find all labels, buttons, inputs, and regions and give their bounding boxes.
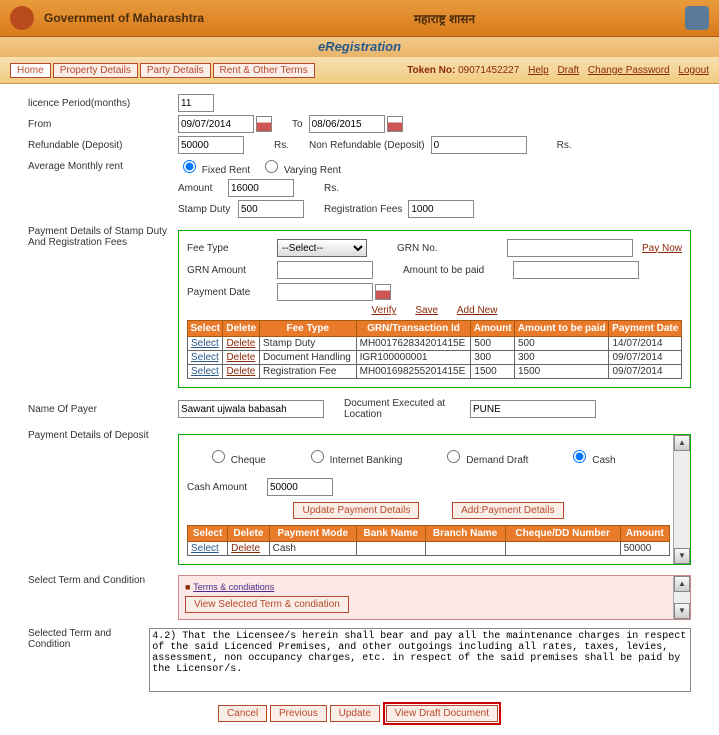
deposit-table: SelectDeletePayment Mode Bank NameBranch… (187, 525, 670, 556)
deposit-label: Payment Details of Deposit (28, 430, 178, 441)
refdep-label: Refundable (Deposit) (28, 140, 178, 151)
state-emblem-icon (10, 6, 34, 30)
link-draft[interactable]: Draft (557, 65, 579, 76)
scrollbar[interactable]: ▲ ▼ (673, 435, 690, 564)
licence-period-input[interactable] (178, 94, 214, 112)
link-logout[interactable]: Logout (678, 65, 709, 76)
view-draft-button[interactable]: View Draft Document (386, 705, 498, 722)
amount-label: Amount (178, 183, 228, 194)
dd-radio[interactable]: Demand Draft (442, 447, 528, 466)
fee-table: SelectDeleteFee Type GRN/Transaction IdA… (187, 320, 682, 379)
nonref-input[interactable] (431, 136, 527, 154)
tab-party[interactable]: Party Details (140, 63, 211, 78)
rs-label: Rs. (557, 140, 572, 151)
scroll-down-icon[interactable]: ▼ (674, 603, 690, 619)
table-row: SelectDeleteRegistration FeeMH0016982552… (188, 365, 682, 379)
selected-term-textarea[interactable]: 4.2) That the Licensee/s herein shall be… (149, 628, 691, 692)
regfee-input[interactable] (408, 200, 474, 218)
update-button[interactable]: Update (330, 705, 380, 722)
token-label: Token No: (407, 65, 455, 76)
avg-rent-label: Average Monthly rent (28, 161, 178, 172)
grnamt-input[interactable] (277, 261, 373, 279)
cancel-button[interactable]: Cancel (218, 705, 267, 722)
cashamt-input[interactable] (267, 478, 333, 496)
nonref-label: Non Refundable (Deposit) (309, 140, 425, 151)
selcond-label: Selected Term and Condition (28, 628, 149, 650)
update-payment-button[interactable]: Update Payment Details (293, 502, 419, 519)
amount-input[interactable] (228, 179, 294, 197)
docloc-label: Document Executed at Location (344, 398, 464, 420)
delete-link[interactable]: Delete (231, 543, 260, 554)
app-title: eRegistration (0, 37, 719, 57)
tab-property[interactable]: Property Details (53, 63, 138, 78)
grnamt-label: GRN Amount (187, 265, 277, 276)
from-date-input[interactable] (178, 115, 254, 133)
verify-link[interactable]: Verify (372, 305, 397, 316)
link-help[interactable]: Help (528, 65, 549, 76)
link-changepw[interactable]: Change Password (588, 65, 670, 76)
select-link[interactable]: Select (191, 366, 219, 377)
selterm-label: Select Term and Condition (28, 575, 178, 586)
cashamt-label: Cash Amount (187, 482, 267, 493)
gov-title: Government of Maharashtra (44, 11, 204, 25)
bullet-icon: ■ (185, 582, 190, 592)
previous-button[interactable]: Previous (270, 705, 327, 722)
amtpaid-label: Amount to be paid (403, 265, 513, 276)
table-row: SelectDeleteStamp DutyMH001762834201415E… (188, 337, 682, 351)
table-row: SelectDeleteDocument HandlingIGR10000000… (188, 351, 682, 365)
add-payment-button[interactable]: Add:Payment Details (452, 502, 563, 519)
table-row: SelectDeleteCash50000 (188, 542, 670, 556)
regfee-label: Registration Fees (324, 204, 402, 215)
to-date-input[interactable] (309, 115, 385, 133)
rs-label: Rs. (274, 140, 289, 151)
save-link[interactable]: Save (415, 305, 438, 316)
to-label: To (292, 119, 303, 130)
tab-home[interactable]: Home (10, 63, 51, 78)
docloc-input[interactable] (470, 400, 596, 418)
rs-label: Rs. (324, 183, 339, 194)
feetype-label: Fee Type (187, 243, 277, 254)
gov-marathi: महाराष्ट्र शासन (414, 10, 475, 27)
calendar-icon[interactable] (375, 284, 391, 300)
paynow-link[interactable]: Pay Now (642, 243, 682, 254)
tab-rent[interactable]: Rent & Other Terms (213, 63, 315, 78)
select-link[interactable]: Select (191, 352, 219, 363)
grnno-label: GRN No. (397, 243, 507, 254)
paydetails-label: Payment Details of Stamp Duty And Regist… (28, 226, 178, 248)
from-label: From (28, 119, 178, 130)
amtpaid-input[interactable] (513, 261, 639, 279)
cash-radio[interactable]: Cash (568, 447, 615, 466)
paydate-input[interactable] (277, 283, 373, 301)
delete-link[interactable]: Delete (226, 352, 255, 363)
payer-label: Name Of Payer (28, 404, 178, 415)
delete-link[interactable]: Delete (226, 338, 255, 349)
stampduty-input[interactable] (238, 200, 304, 218)
cheque-radio[interactable]: Cheque (207, 447, 266, 466)
delete-link[interactable]: Delete (226, 366, 255, 377)
refdep-input[interactable] (178, 136, 244, 154)
token-value: 09071452227 (458, 65, 519, 76)
calendar-icon[interactable] (256, 116, 272, 132)
scrollbar[interactable]: ▲ ▼ (673, 576, 690, 619)
select-link[interactable]: Select (191, 543, 219, 554)
view-term-button[interactable]: View Selected Term & condiation (185, 596, 349, 613)
terms-link[interactable]: Terms & condiations (193, 582, 274, 592)
licence-period-label: licence Period(months) (28, 98, 178, 109)
scroll-down-icon[interactable]: ▼ (674, 548, 690, 564)
payer-input[interactable] (178, 400, 324, 418)
feetype-select[interactable]: --Select-- (277, 239, 367, 257)
varying-rent-radio[interactable]: Varying Rent (260, 157, 341, 176)
fixed-rent-radio[interactable]: Fixed Rent (178, 157, 250, 176)
addnew-link[interactable]: Add New (457, 305, 498, 316)
dept-logo-icon (685, 6, 709, 30)
paydate-label: Payment Date (187, 287, 277, 298)
netbank-radio[interactable]: Internet Banking (306, 447, 403, 466)
calendar-icon[interactable] (387, 116, 403, 132)
stampduty-label: Stamp Duty (178, 204, 238, 215)
scroll-up-icon[interactable]: ▲ (674, 435, 690, 451)
grnno-input[interactable] (507, 239, 633, 257)
scroll-up-icon[interactable]: ▲ (674, 576, 690, 592)
select-link[interactable]: Select (191, 338, 219, 349)
